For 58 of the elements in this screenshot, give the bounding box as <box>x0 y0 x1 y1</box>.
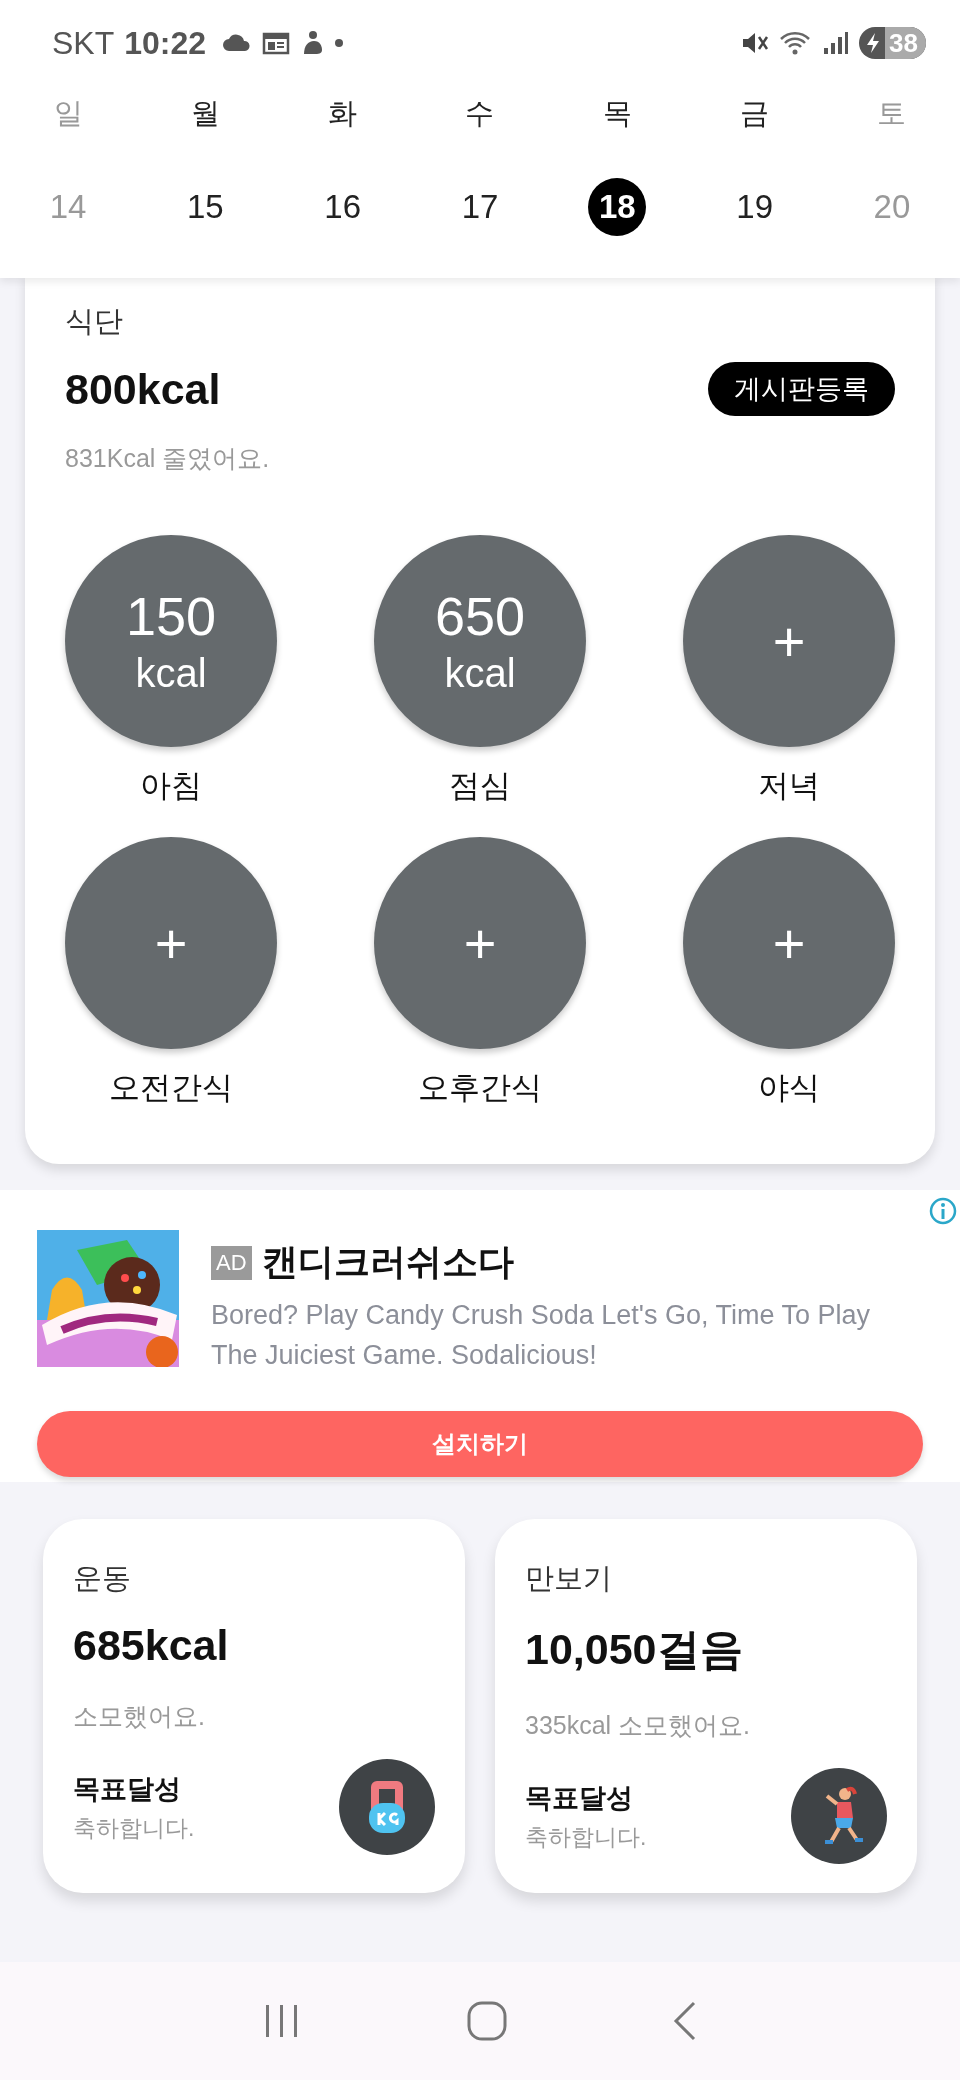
weekday-label: 수 <box>465 96 495 131</box>
date-item[interactable]: 15 <box>176 178 235 236</box>
runner-icon <box>791 1768 887 1864</box>
meal-calorie-button[interactable]: 150 kcal <box>65 535 277 747</box>
date-item[interactable]: 14 <box>39 178 97 236</box>
date-item[interactable]: 19 <box>725 178 784 236</box>
meal-label: 야식 <box>758 1069 820 1107</box>
calendar-icon <box>262 31 291 55</box>
add-meal-button[interactable]: + <box>683 535 895 747</box>
ad-badge: AD <box>211 1245 252 1280</box>
meal-label: 저녁 <box>758 767 820 805</box>
home-icon[interactable] <box>465 1999 509 2043</box>
post-button[interactable]: 게시판등록 <box>708 362 895 416</box>
ad-title: 캔디크러쉬소다 <box>261 1240 514 1284</box>
date-item[interactable]: 18 <box>588 178 647 236</box>
carrier-name: SKT <box>52 24 115 62</box>
meal-label: 아침 <box>140 767 202 805</box>
meal-label: 오전간식 <box>109 1069 233 1107</box>
mute-icon <box>741 31 770 55</box>
calorie-note: 831Kcal 줄였어요. <box>65 443 271 474</box>
battery-level: 38 <box>885 27 926 59</box>
card-title: 식단 <box>65 304 124 339</box>
weekday-label: 일 <box>53 96 83 131</box>
add-meal-button[interactable]: + <box>683 837 895 1049</box>
goal-label: 목표달성 <box>525 1781 634 1815</box>
signal-icon <box>823 31 850 55</box>
meal-label: 오후간식 <box>418 1069 542 1107</box>
weekday-label: 금 <box>740 96 770 131</box>
weekday-label: 월 <box>190 96 220 131</box>
card-title: 만보기 <box>525 1561 613 1596</box>
add-meal-button[interactable]: + <box>65 837 277 1049</box>
summary-card[interactable]: 운동 685kcal 소모했어요. 목표달성 축하합니다. <box>43 1519 465 1893</box>
date-item[interactable]: 17 <box>451 178 509 236</box>
kettlebell-icon <box>339 1759 435 1855</box>
add-meal-button[interactable]: + <box>374 837 586 1049</box>
card-value: 685kcal <box>73 1621 230 1670</box>
weekday-label: 목 <box>602 96 632 131</box>
summary-card[interactable]: 만보기 10,050걸음 335kcal 소모했어요. 목표달성 축하합니다. <box>495 1519 917 1893</box>
goal-label: 목표달성 <box>73 1772 182 1806</box>
weekday-label: 화 <box>328 96 358 131</box>
dot-icon <box>334 38 345 48</box>
card-value: 10,050걸음 <box>525 1624 744 1675</box>
install-button[interactable]: 설치하기 <box>37 1411 923 1477</box>
weekday-label: 토 <box>877 96 907 131</box>
ad-description: Bored? Play Candy Crush Soda Let's Go, Time To Play The Juiciest Game. Sodalicious! <box>211 1299 871 1372</box>
bolt-icon <box>865 32 882 54</box>
date-item[interactable]: 20 <box>862 178 921 236</box>
meal-label: 점심 <box>449 767 511 805</box>
card-note: 소모했어요. <box>73 1701 206 1732</box>
card-title: 운동 <box>73 1561 132 1596</box>
status-time: 10:22 <box>124 24 207 62</box>
info-icon[interactable] <box>928 1196 958 1226</box>
meal-calorie-button[interactable]: 650 kcal <box>374 535 586 747</box>
card-note: 335kcal 소모했어요. <box>525 1710 752 1741</box>
goal-note: 축하합니다. <box>525 1822 647 1852</box>
date-item[interactable]: 16 <box>313 178 372 236</box>
calorie-total: 800kcal <box>65 364 221 414</box>
goal-note: 축하합니다. <box>73 1813 195 1843</box>
